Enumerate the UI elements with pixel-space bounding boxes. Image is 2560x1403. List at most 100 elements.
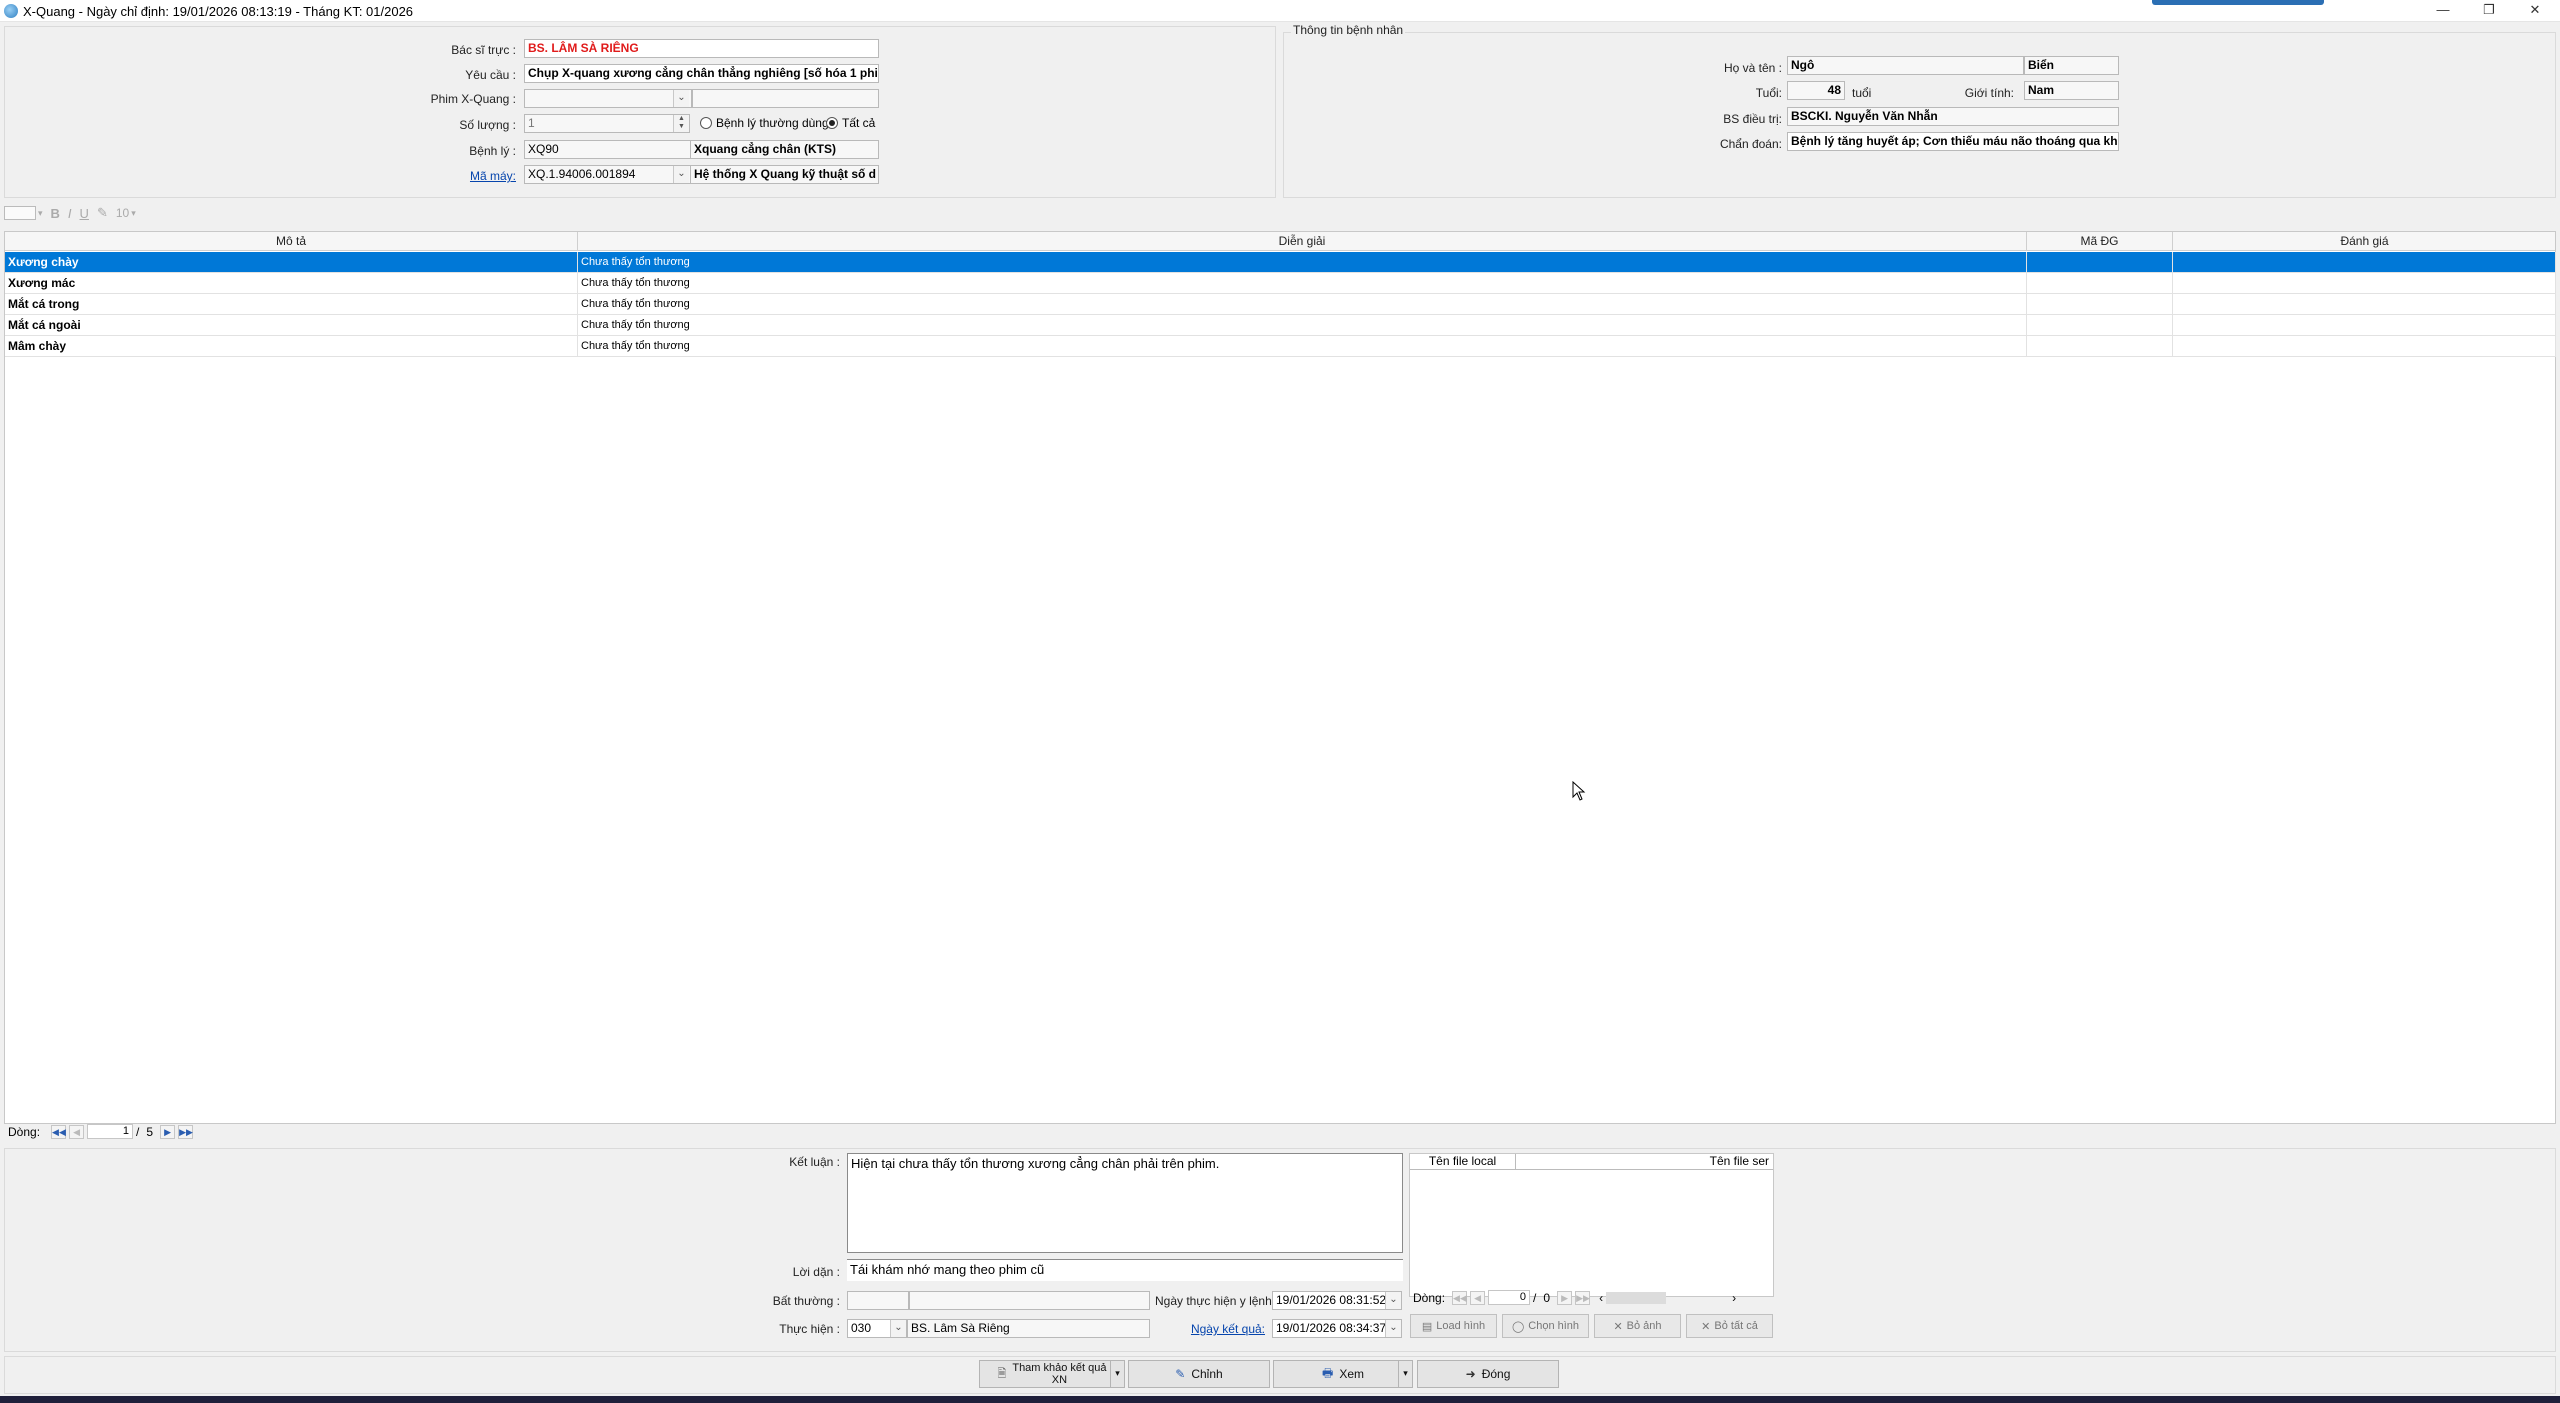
chevron-down-icon[interactable]: ⌄: [890, 1320, 906, 1337]
tham-khao-button[interactable]: 🗎 Tham khảo kết quả XN ▾: [979, 1360, 1125, 1388]
column-ma-dg[interactable]: Mã ĐG: [2027, 232, 2173, 251]
prev-page-icon[interactable]: ◀: [1470, 1290, 1486, 1305]
loi-dan-field[interactable]: Tái khám nhớ mang theo phim cũ: [847, 1259, 1403, 1281]
cell-mo-ta[interactable]: Xương chày: [5, 252, 578, 273]
chevron-down-icon[interactable]: ▾: [1398, 1361, 1412, 1387]
chevron-down-icon[interactable]: ▾: [1110, 1361, 1124, 1387]
cell-mo-ta[interactable]: Mâm chày: [5, 336, 578, 357]
cell-dien-giai[interactable]: Chưa thấy tổn thương: [578, 336, 2027, 357]
scroll-right-icon[interactable]: ›: [1732, 1291, 1736, 1305]
underline-icon[interactable]: U: [80, 206, 89, 221]
color-picker[interactable]: [4, 206, 36, 220]
column-ten-file-server[interactable]: Tên file ser: [1516, 1154, 1773, 1170]
restore-icon[interactable]: ❐: [2466, 0, 2512, 22]
italic-icon[interactable]: I: [68, 206, 72, 221]
cell-danh-gia[interactable]: [2173, 294, 2556, 315]
column-ten-file-local[interactable]: Tên file local: [1410, 1154, 1516, 1170]
cell-ma-dg[interactable]: [2027, 252, 2173, 273]
column-dien-giai[interactable]: Diễn giải: [578, 232, 2027, 251]
cell-danh-gia[interactable]: [2173, 336, 2556, 357]
cell-ma-dg[interactable]: [2027, 273, 2173, 294]
pager-current-input[interactable]: 0: [1488, 1290, 1531, 1305]
scrollbar-track: [1669, 1292, 1729, 1304]
bac-si-truc-field[interactable]: BS. LÂM SÀ RIÊNG: [524, 39, 879, 58]
cell-dien-giai[interactable]: Chưa thấy tổn thương: [578, 273, 2027, 294]
horizontal-scrollbar[interactable]: [1606, 1291, 1667, 1304]
column-mo-ta[interactable]: Mô tả: [5, 232, 578, 251]
chinh-button[interactable]: ✎ Chỉnh: [1128, 1360, 1270, 1388]
remove-all-button[interactable]: ✕ Bỏ tất cả: [1686, 1314, 1773, 1338]
next-page-icon[interactable]: ▶: [160, 1124, 176, 1139]
prev-page-icon[interactable]: ◀: [69, 1124, 85, 1139]
calendar-dropdown-icon[interactable]: ⌄: [1385, 1292, 1401, 1309]
chevron-down-icon[interactable]: ▾: [131, 208, 136, 219]
ngay-ket-qua-picker[interactable]: 19/01/2026 08:34:37: [1272, 1319, 1402, 1338]
eraser-icon[interactable]: ✎: [97, 205, 108, 221]
table-row[interactable]: Mắt cá trong Chưa thấy tổn thương: [5, 294, 2556, 315]
yeu-cau-field[interactable]: Chụp X-quang xương cẳng chân thẳng nghiê…: [524, 64, 879, 83]
next-page-icon[interactable]: ▶: [1557, 1290, 1573, 1305]
pager-current-input[interactable]: 1: [87, 1124, 134, 1139]
thuc-hien-label: Thực hiện :: [779, 1322, 840, 1336]
bold-icon[interactable]: B: [51, 206, 60, 221]
column-danh-gia[interactable]: Đánh giá: [2173, 232, 2556, 251]
last-page-icon[interactable]: ▶▶: [1575, 1290, 1591, 1305]
font-size-select[interactable]: 10: [116, 206, 129, 220]
ket-luan-label: Kết luận :: [789, 1155, 840, 1169]
table-row[interactable]: Xương chày Chưa thấy tổn thương: [5, 252, 2556, 273]
so-luong-stepper[interactable]: 1: [524, 114, 690, 133]
tuoi-field: 48: [1787, 81, 1845, 100]
cell-mo-ta[interactable]: Xương mác: [5, 273, 578, 294]
pager-label: Dòng:: [1413, 1290, 1446, 1305]
ngay-thuc-hien-picker[interactable]: 19/01/2026 08:31:52: [1272, 1291, 1402, 1310]
button-label: Đóng: [1481, 1367, 1511, 1381]
ket-luan-textarea[interactable]: Hiện tại chưa thấy tổn thương xương cẳng…: [847, 1153, 1403, 1253]
scroll-left-icon[interactable]: ‹: [1599, 1291, 1603, 1305]
cell-ma-dg[interactable]: [2027, 315, 2173, 336]
ma-may-link[interactable]: Mã máy:: [400, 169, 516, 183]
ma-may-select[interactable]: XQ.1.94006.001894: [524, 165, 692, 184]
ngay-ket-qua-link[interactable]: Ngày kết quả:: [1155, 1322, 1265, 1336]
stepper-arrows-icon[interactable]: ▲ ▼: [673, 115, 689, 132]
choose-image-button[interactable]: ◯ Chọn hình: [1502, 1314, 1589, 1338]
cell-dien-giai[interactable]: Chưa thấy tổn thương: [578, 252, 2027, 273]
yeu-cau-label: Yêu cầu :: [465, 68, 516, 82]
phim-xquang-select[interactable]: [524, 89, 692, 108]
table-row[interactable]: Mắt cá ngoài Chưa thấy tổn thương: [5, 315, 2556, 336]
table-row[interactable]: Xương mác Chưa thấy tổn thương: [5, 273, 2556, 294]
benh-ly-label: Bệnh lý :: [469, 144, 516, 158]
cell-mo-ta[interactable]: Mắt cá ngoài: [5, 315, 578, 336]
radio-label: Tất cả: [842, 116, 876, 130]
cell-ma-dg[interactable]: [2027, 294, 2173, 315]
radio-tat-ca[interactable]: Tất cả: [826, 116, 875, 130]
x-icon: ✕: [1701, 1320, 1711, 1333]
dong-button[interactable]: ➜ Đóng: [1417, 1360, 1559, 1388]
bat-thuong-code[interactable]: [847, 1291, 909, 1310]
cell-mo-ta[interactable]: Mắt cá trong: [5, 294, 578, 315]
table-row[interactable]: Mâm chày Chưa thấy tổn thương: [5, 336, 2556, 357]
benh-ly-code[interactable]: XQ90: [524, 140, 692, 159]
minimize-icon[interactable]: —: [2420, 0, 2466, 22]
button-label: Tham khảo kết quả XN: [1012, 1362, 1106, 1386]
chevron-down-icon[interactable]: ▾: [38, 208, 43, 219]
cell-danh-gia[interactable]: [2173, 252, 2556, 273]
last-page-icon[interactable]: ▶▶: [178, 1124, 194, 1139]
calendar-dropdown-icon[interactable]: ⌄: [1385, 1320, 1401, 1337]
chevron-down-icon[interactable]: ⌄: [673, 166, 689, 183]
chevron-down-icon[interactable]: ⌄: [673, 90, 689, 107]
load-image-button[interactable]: ▤ Load hình: [1410, 1314, 1497, 1338]
cell-danh-gia[interactable]: [2173, 315, 2556, 336]
cell-dien-giai[interactable]: Chưa thấy tổn thương: [578, 315, 2027, 336]
first-page-icon[interactable]: ◀◀: [51, 1124, 67, 1139]
cell-ma-dg[interactable]: [2027, 336, 2173, 357]
remove-image-button[interactable]: ✕ Bỏ ảnh: [1594, 1314, 1681, 1338]
xem-button[interactable]: 🖶 Xem ▾: [1273, 1360, 1413, 1388]
cell-danh-gia[interactable]: [2173, 273, 2556, 294]
image-file-list[interactable]: Tên file local Tên file ser: [1409, 1153, 1774, 1297]
first-page-icon[interactable]: ◀◀: [1452, 1290, 1468, 1305]
close-icon[interactable]: ✕: [2512, 0, 2558, 22]
cell-dien-giai[interactable]: Chưa thấy tổn thương: [578, 294, 2027, 315]
radio-benh-ly-thuong-dung[interactable]: Bệnh lý thường dùng: [700, 116, 829, 130]
button-label: Chọn hình: [1528, 1320, 1580, 1332]
thuc-hien-name: BS. Lâm Sà Riêng: [907, 1319, 1150, 1338]
